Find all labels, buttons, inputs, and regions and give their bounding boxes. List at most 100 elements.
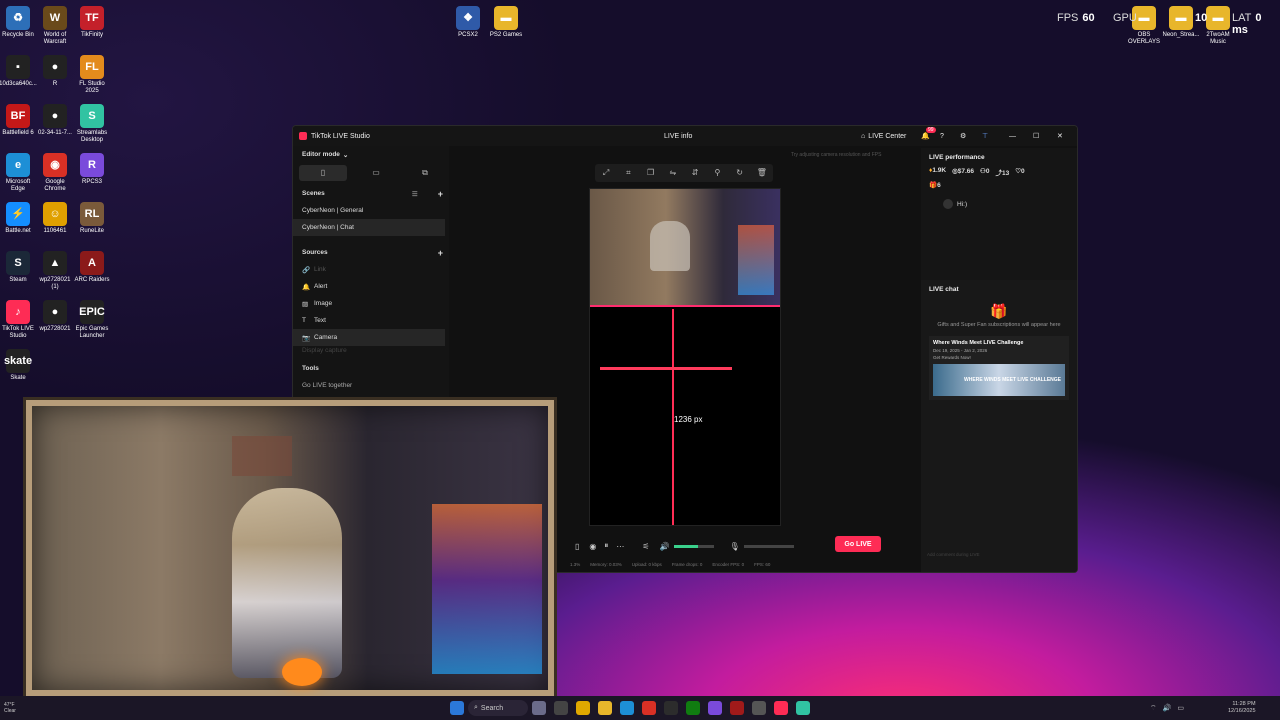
flip-icon[interactable]: ⇋ <box>665 165 681 181</box>
minimize-icon[interactable]: — <box>1009 133 1016 140</box>
desktop-icon[interactable]: ▪ 10d3ca640c... <box>0 55 38 88</box>
more-icon[interactable]: ⋯ <box>616 542 624 551</box>
speaker-icon[interactable]: 🔊 <box>660 542 670 551</box>
trash-icon[interactable]: 🗑 <box>754 165 770 181</box>
source-item-image[interactable]: ▨ Image <box>293 295 449 312</box>
chat-empty-text: Gifts and Super Fan subscriptions will a… <box>937 322 1061 328</box>
editor-mode-dropdown[interactable]: Editor mode ⌄ <box>293 146 449 163</box>
app-icon: S <box>80 104 104 128</box>
desktop-icon[interactable]: ♻ Recycle Bin <box>0 6 38 39</box>
add-source-icon[interactable]: + <box>438 248 443 258</box>
desktop-icon[interactable]: S Streamlabs Desktop <box>72 104 112 144</box>
source-item-link[interactable]: 🔗 Link <box>293 261 449 278</box>
stream-canvas[interactable]: 1236 px <box>589 188 781 526</box>
desktop-icon[interactable]: ▲ wp2728021 (1) <box>35 251 75 291</box>
source-item-alert[interactable]: 🔔 Alert <box>293 278 449 295</box>
help-icon[interactable]: ? <box>940 133 944 140</box>
taskbar-search[interactable]: ⌕ Search <box>468 700 528 716</box>
desktop-icon[interactable]: ❖ PCSX2 <box>448 6 488 39</box>
app-icon: ⚡ <box>6 202 30 226</box>
xbox-icon[interactable] <box>686 701 700 715</box>
source-item-display[interactable]: Display capture <box>293 346 449 354</box>
mixer-icon[interactable]: ⚟ <box>642 542 649 551</box>
discord-icon[interactable] <box>708 701 722 715</box>
desktop-icon[interactable]: RL RuneLite <box>72 202 112 235</box>
desktop-icon[interactable]: EPIC Epic Games Launcher <box>72 300 112 340</box>
crop-icon[interactable]: ⌗ <box>620 165 636 181</box>
clock[interactable]: 11:28 PM 12/16/2025 <box>1228 701 1256 715</box>
desktop-icon[interactable]: A ARC Raiders <box>72 251 112 284</box>
desktop-icon[interactable]: FL FL Studio 2025 <box>72 55 112 95</box>
microphone-icon[interactable]: 🎙 <box>730 542 740 551</box>
volume-icon[interactable]: 🔊 <box>1163 704 1172 713</box>
fps-readout: FPS 60 <box>1057 12 1095 24</box>
desktop-icon[interactable]: BF Battlefield 6 <box>0 104 38 137</box>
file-explorer-icon[interactable] <box>598 701 612 715</box>
close-icon[interactable]: ✕ <box>1057 132 1063 140</box>
widgets-icon[interactable] <box>532 701 546 715</box>
desktop-icon[interactable]: ● wp2728021 <box>35 300 75 333</box>
streamlabs-icon[interactable] <box>796 701 810 715</box>
pin-icon[interactable]: ⚲ <box>709 165 725 181</box>
tiktok-live-icon[interactable] <box>774 701 788 715</box>
live-center-button[interactable]: ⌂ LIVE Center <box>861 133 906 140</box>
desktop-icon[interactable]: TF TikFinity <box>72 6 112 39</box>
camera-source-preview[interactable] <box>590 189 780 307</box>
phone-icon[interactable]: ▯ <box>575 542 579 551</box>
add-scene-icon[interactable]: + <box>438 189 443 199</box>
network-icon[interactable]: ⌔ <box>1150 704 1157 713</box>
desktop-icon[interactable]: ♪ TikTok LIVE Studio <box>0 300 38 340</box>
task-view-icon[interactable] <box>554 701 568 715</box>
promo-cta: Get Rewards Now! <box>933 355 971 360</box>
steam-icon[interactable] <box>664 701 678 715</box>
live-info-button[interactable]: LIVE info <box>664 133 692 140</box>
scenes-header: Scenes ☰ + <box>302 188 443 199</box>
app-icon-2[interactable] <box>752 701 766 715</box>
bell-icon[interactable]: 🔔 <box>921 132 930 140</box>
windows-start-icon[interactable] <box>450 701 464 715</box>
record-icon[interactable]: ◉ <box>589 542 596 551</box>
desktop-icon[interactable]: R RPCS3 <box>72 153 112 186</box>
desktop-icon[interactable]: e Microsoft Edge <box>0 153 38 193</box>
speaker-volume-slider[interactable] <box>673 544 714 548</box>
desktop-icon[interactable]: ● R <box>35 55 75 88</box>
desktop-icon[interactable]: W World of Warcraft <box>35 6 75 46</box>
desktop-icon[interactable]: ▬ PS2 Games <box>486 6 526 39</box>
desktop-icon[interactable]: ☺ 1106461 <box>35 202 75 235</box>
desktop-icon[interactable]: S Steam <box>0 251 38 284</box>
chat-input[interactable]: Add comment during LIVE <box>927 548 1071 560</box>
maximize-icon[interactable]: ☐ <box>1033 132 1039 140</box>
chrome-icon[interactable] <box>642 701 656 715</box>
source-item-text[interactable]: T Text <box>293 312 449 329</box>
app-icon[interactable] <box>576 701 590 715</box>
landscape-layout-icon[interactable]: ▭ <box>361 165 391 181</box>
desktop-icon[interactable]: ⚡ Battle.net <box>0 202 38 235</box>
weather-widget[interactable]: 47°F Clear <box>4 702 16 714</box>
copy-icon[interactable]: ❐ <box>643 165 659 181</box>
pin-icon[interactable]: ⊤ <box>982 132 988 140</box>
dual-layout-icon[interactable]: ⧉ <box>405 165 445 181</box>
link-icon: 🔗 <box>302 266 311 274</box>
go-live-button[interactable]: Go LIVE <box>835 536 881 552</box>
promo-card[interactable]: Where Winds Meet LIVE Challenge Dec 19, … <box>929 336 1069 400</box>
refresh-icon[interactable]: ↻ <box>732 165 748 181</box>
scene-item[interactable]: CyberNeon | General <box>293 202 449 219</box>
mic-volume-slider[interactable] <box>743 544 794 548</box>
scene-item-selected[interactable]: CyberNeon | Chat <box>293 219 445 236</box>
list-icon[interactable]: ☰ <box>412 190 418 198</box>
layer-icon[interactable]: ⇵ <box>687 165 703 181</box>
tool-go-live-together[interactable]: Go LIVE together <box>293 377 449 394</box>
desktop-icon[interactable]: ◉ Google Chrome <box>35 153 75 193</box>
portrait-layout-icon[interactable]: ▯ <box>299 165 347 181</box>
desktop-icon[interactable]: skate Skate <box>0 349 38 382</box>
pc-tower-lights <box>432 504 542 674</box>
pause-icon[interactable]: ⏸ <box>604 541 608 551</box>
edge-icon[interactable] <box>620 701 634 715</box>
battery-icon[interactable]: ▭ <box>1177 704 1184 713</box>
gear-icon[interactable]: ⚙ <box>960 132 966 140</box>
desktop-icon[interactable]: ● 02-34-11-7... <box>35 104 75 137</box>
desktop-icon-label: PCSX2 <box>458 32 478 38</box>
game-app-icon[interactable] <box>730 701 744 715</box>
fit-icon[interactable]: ⤢ <box>598 165 614 181</box>
source-item-camera[interactable]: 📷 Camera <box>293 329 445 346</box>
